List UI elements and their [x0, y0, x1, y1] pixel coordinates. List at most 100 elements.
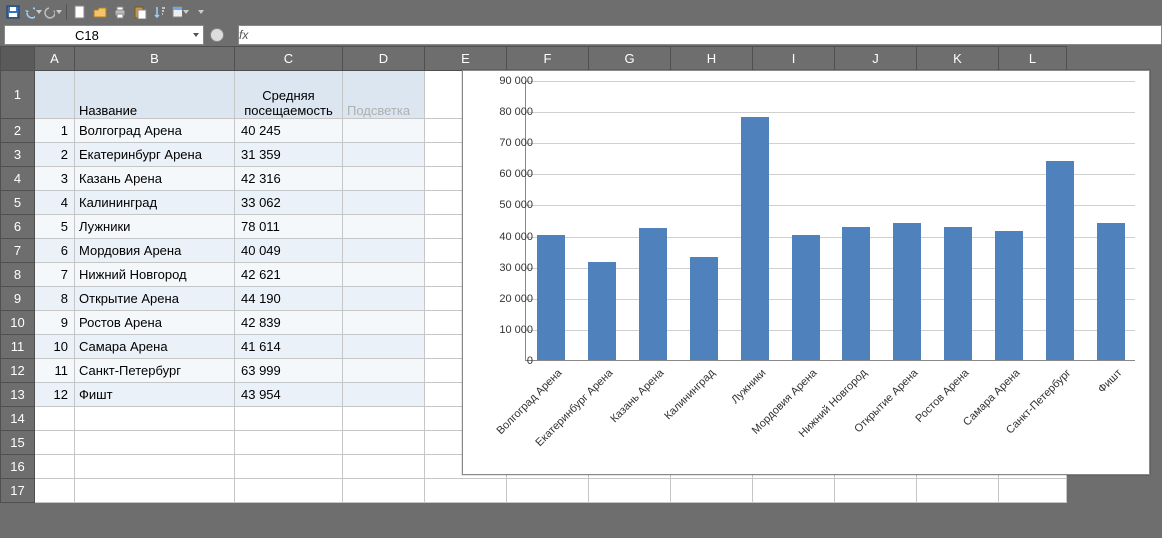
- cell[interactable]: [917, 479, 999, 503]
- undo-icon[interactable]: [24, 3, 42, 21]
- cell[interactable]: 8: [35, 287, 75, 311]
- cell[interactable]: 78 011: [235, 215, 343, 239]
- cell[interactable]: Подсветка: [343, 71, 425, 119]
- cell[interactable]: [35, 407, 75, 431]
- row-header[interactable]: 15: [1, 431, 35, 455]
- row-header[interactable]: 14: [1, 407, 35, 431]
- row-header[interactable]: 12: [1, 359, 35, 383]
- save-icon[interactable]: [4, 3, 22, 21]
- cell[interactable]: [235, 407, 343, 431]
- row-header[interactable]: 11: [1, 335, 35, 359]
- name-box[interactable]: C18: [4, 25, 204, 45]
- col-header[interactable]: F: [507, 47, 589, 71]
- cell[interactable]: Ростов Арена: [75, 311, 235, 335]
- formula-bar[interactable]: fx: [238, 25, 1162, 45]
- col-header[interactable]: E: [425, 47, 507, 71]
- cell[interactable]: 31 359: [235, 143, 343, 167]
- row-header[interactable]: 10: [1, 311, 35, 335]
- cell[interactable]: [343, 143, 425, 167]
- cell[interactable]: 1: [35, 119, 75, 143]
- cell[interactable]: [999, 479, 1067, 503]
- cell[interactable]: [35, 455, 75, 479]
- cell[interactable]: Казань Арена: [75, 167, 235, 191]
- col-header[interactable]: H: [671, 47, 753, 71]
- col-header[interactable]: K: [917, 47, 999, 71]
- col-header[interactable]: G: [589, 47, 671, 71]
- cell[interactable]: Название: [75, 71, 235, 119]
- cell[interactable]: 43 954: [235, 383, 343, 407]
- cell[interactable]: [753, 479, 835, 503]
- cell[interactable]: 9: [35, 311, 75, 335]
- cell[interactable]: [75, 479, 235, 503]
- cell[interactable]: 41 614: [235, 335, 343, 359]
- cell[interactable]: Волгоград Арена: [75, 119, 235, 143]
- cell[interactable]: 6: [35, 239, 75, 263]
- cell[interactable]: 2: [35, 143, 75, 167]
- cell[interactable]: Самара Арена: [75, 335, 235, 359]
- row-header[interactable]: 7: [1, 239, 35, 263]
- row-header[interactable]: 5: [1, 191, 35, 215]
- cell[interactable]: [343, 167, 425, 191]
- fx-expand-icon[interactable]: [210, 28, 224, 42]
- cell[interactable]: Лужники: [75, 215, 235, 239]
- cell[interactable]: [235, 431, 343, 455]
- cell[interactable]: 42 839: [235, 311, 343, 335]
- paste-icon[interactable]: [131, 3, 149, 21]
- cell[interactable]: [425, 479, 507, 503]
- row-header[interactable]: 1: [1, 71, 35, 119]
- cell[interactable]: [343, 287, 425, 311]
- cell[interactable]: [35, 71, 75, 119]
- cell[interactable]: 42 621: [235, 263, 343, 287]
- chart-object[interactable]: 010 00020 00030 00040 00050 00060 00070 …: [462, 70, 1150, 475]
- formula-input[interactable]: [256, 26, 1161, 44]
- cell[interactable]: Санкт-Петербург: [75, 359, 235, 383]
- row-header[interactable]: 13: [1, 383, 35, 407]
- cell[interactable]: [35, 431, 75, 455]
- row-header[interactable]: 2: [1, 119, 35, 143]
- row-header[interactable]: 6: [1, 215, 35, 239]
- cell[interactable]: [671, 479, 753, 503]
- open-icon[interactable]: [91, 3, 109, 21]
- row-header[interactable]: 3: [1, 143, 35, 167]
- cell[interactable]: [343, 311, 425, 335]
- row-header[interactable]: 8: [1, 263, 35, 287]
- cell[interactable]: [343, 263, 425, 287]
- cell[interactable]: [75, 455, 235, 479]
- cell[interactable]: [235, 479, 343, 503]
- cell[interactable]: Екатеринбург Арена: [75, 143, 235, 167]
- cell[interactable]: Фишт: [75, 383, 235, 407]
- cell[interactable]: [343, 239, 425, 263]
- cell[interactable]: [343, 215, 425, 239]
- col-header[interactable]: J: [835, 47, 917, 71]
- cell[interactable]: [343, 479, 425, 503]
- cell[interactable]: 40 245: [235, 119, 343, 143]
- cell[interactable]: 7: [35, 263, 75, 287]
- cell[interactable]: 4: [35, 191, 75, 215]
- cell[interactable]: [235, 455, 343, 479]
- col-header[interactable]: C: [235, 47, 343, 71]
- cell[interactable]: [343, 359, 425, 383]
- col-header[interactable]: L: [999, 47, 1067, 71]
- cell[interactable]: [343, 455, 425, 479]
- cell[interactable]: 42 316: [235, 167, 343, 191]
- cell[interactable]: [589, 479, 671, 503]
- cell[interactable]: [343, 191, 425, 215]
- cell[interactable]: Средняя посещаемость: [235, 71, 343, 119]
- col-header[interactable]: A: [35, 47, 75, 71]
- cell[interactable]: 33 062: [235, 191, 343, 215]
- row-header[interactable]: 16: [1, 455, 35, 479]
- cell[interactable]: [343, 431, 425, 455]
- cell[interactable]: [835, 479, 917, 503]
- cell[interactable]: [35, 479, 75, 503]
- sort-icon[interactable]: [151, 3, 169, 21]
- row-header[interactable]: 4: [1, 167, 35, 191]
- filter-icon[interactable]: [171, 3, 189, 21]
- row-header[interactable]: 9: [1, 287, 35, 311]
- new-icon[interactable]: [71, 3, 89, 21]
- row-header[interactable]: 17: [1, 479, 35, 503]
- cell[interactable]: 40 049: [235, 239, 343, 263]
- cell[interactable]: 5: [35, 215, 75, 239]
- cell[interactable]: 10: [35, 335, 75, 359]
- cell[interactable]: Открытие Арена: [75, 287, 235, 311]
- cell[interactable]: 63 999: [235, 359, 343, 383]
